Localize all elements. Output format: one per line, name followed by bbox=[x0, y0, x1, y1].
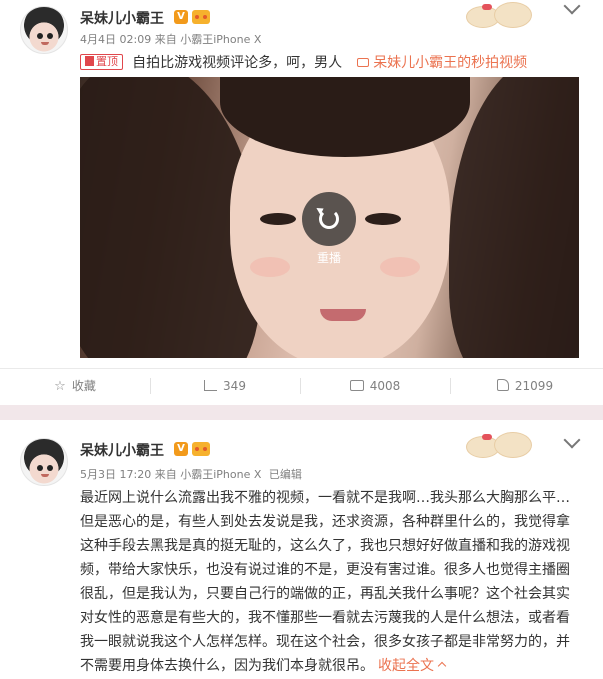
collapse-text-link[interactable]: 收起全文 bbox=[378, 658, 447, 674]
weibo-post-card: 呆妹儿小霸王 V 4月4日 02:09 来自 小霸王iPhone X 置顶 自拍… bbox=[0, 0, 603, 405]
member-crown-icon bbox=[192, 442, 210, 456]
thumbs-up-icon bbox=[496, 379, 509, 391]
card-decoration-bear bbox=[462, 428, 542, 458]
comment-button[interactable]: 4008 bbox=[300, 368, 450, 405]
post-time[interactable]: 5月3日 17:20 bbox=[80, 468, 151, 481]
video-player[interactable]: 重播 bbox=[80, 77, 579, 358]
post-text-line: 最近网上说什么流露出我不雅的视频，一看就不是我啊…我头那么大胸那么平… bbox=[80, 490, 570, 506]
post-text: 自拍比游戏视频评论多，呵，男人 bbox=[132, 54, 343, 71]
video-icon bbox=[357, 57, 370, 67]
post-content-line: 置顶 自拍比游戏视频评论多，呵，男人 呆妹儿小霸王的秒拍视频 bbox=[80, 51, 527, 71]
post-text-line: 这种手段去黑我是真的挺无耻的，这么久了，我也只想好好做直播和我的游戏视 bbox=[80, 538, 570, 554]
post-text: 最近网上说什么流露出我不雅的视频，一看就不是我啊…我头那么大胸那么平… 但是恶心… bbox=[80, 486, 580, 678]
replay-label[interactable]: 重播 bbox=[302, 249, 356, 266]
avatar[interactable] bbox=[20, 6, 68, 54]
post-meta: 4月4日 02:09 来自 小霸王iPhone X bbox=[80, 31, 261, 47]
chevron-up-icon bbox=[437, 661, 447, 671]
pin-icon bbox=[85, 55, 94, 66]
video-link[interactable]: 呆妹儿小霸王的秒拍视频 bbox=[357, 55, 527, 71]
edited-label[interactable]: 已编辑 bbox=[269, 468, 302, 481]
card-decoration-bear bbox=[462, 0, 542, 30]
post-text-line: 不需要用身体去换什么，因为我们本身就很吊。 bbox=[80, 658, 374, 674]
like-button[interactable]: 21099 bbox=[450, 368, 600, 405]
from-label: 来自 bbox=[154, 468, 177, 481]
action-bar: ☆ 收藏 349 4008 21099 bbox=[0, 368, 603, 405]
comment-icon bbox=[349, 380, 364, 391]
chevron-down-icon[interactable] bbox=[563, 431, 581, 449]
post-time[interactable]: 4月4日 02:09 bbox=[80, 33, 151, 46]
post-text-line: 对女性的恶意是有些大的，我不懂那些一看就去污蔑我的人是什么想法，或者看 bbox=[80, 610, 570, 626]
from-label: 来自 bbox=[154, 33, 177, 46]
favorite-button[interactable]: ☆ 收藏 bbox=[0, 368, 150, 405]
star-icon: ☆ bbox=[54, 379, 66, 394]
verified-badge-icon: V bbox=[174, 10, 188, 24]
post-text-line: 频，带给大家快乐，也没有说过谁的不是，更没有害过谁。很多人也觉得主播圈 bbox=[80, 562, 570, 578]
post-meta: 5月3日 17:20 来自 小霸王iPhone X 已编辑 bbox=[80, 466, 302, 482]
post-source[interactable]: 小霸王iPhone X bbox=[180, 468, 261, 481]
author-name[interactable]: 呆妹儿小霸王 bbox=[80, 440, 164, 460]
share-button[interactable]: 349 bbox=[150, 368, 300, 405]
avatar[interactable] bbox=[20, 438, 68, 486]
verified-badge-icon: V bbox=[174, 442, 188, 456]
pinned-badge: 置顶 bbox=[80, 53, 123, 70]
chevron-down-icon[interactable] bbox=[563, 0, 581, 15]
author-name[interactable]: 呆妹儿小霸王 bbox=[80, 8, 164, 28]
post-source[interactable]: 小霸王iPhone X bbox=[180, 33, 261, 46]
share-icon bbox=[204, 380, 218, 391]
post-text-line: 我一眼就说我这个人怎样怎样。现在这个社会，很多女孩子都是非常努力的，并 bbox=[80, 634, 570, 650]
member-crown-icon bbox=[192, 10, 210, 24]
weibo-post-card: 呆妹儿小霸王 V 5月3日 17:20 来自 小霸王iPhone X 已编辑 最… bbox=[0, 420, 603, 679]
replay-button[interactable] bbox=[302, 192, 356, 246]
post-text-line: 但是恶心的是，有些人到处去发说是我，还求资源，各种群里什么的，我觉得拿 bbox=[80, 514, 570, 530]
post-text-line: 很乱，但是我认为，只要自己行的端做的正，再乱关我什么事呢？这个社会其实 bbox=[80, 586, 570, 602]
